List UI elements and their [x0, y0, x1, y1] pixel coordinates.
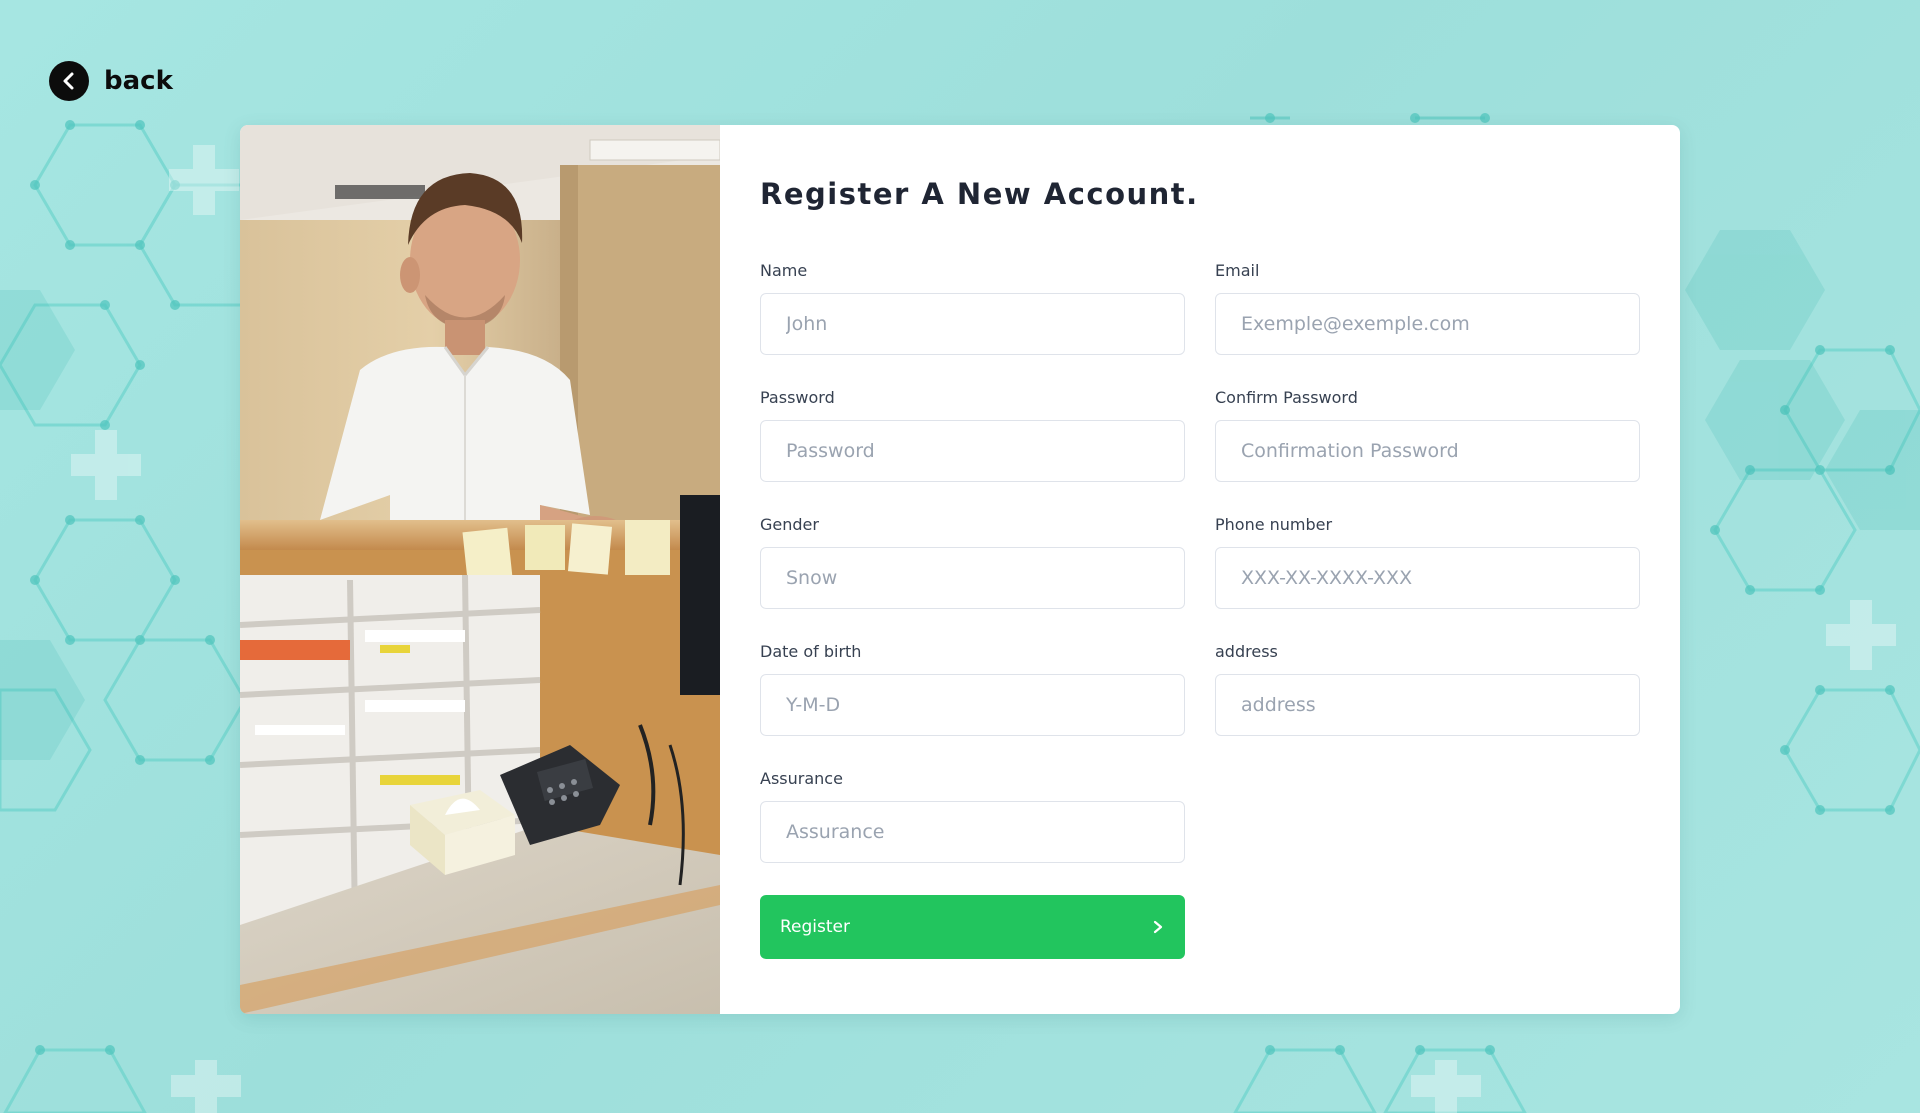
register-button-label: Register — [780, 917, 850, 937]
back-button[interactable]: back — [49, 61, 173, 101]
dob-field-group: Date of birth — [760, 642, 1185, 736]
gender-input[interactable] — [760, 547, 1185, 609]
gender-field-group: Gender — [760, 515, 1185, 609]
password-label: Password — [760, 388, 835, 407]
register-card: Register A New Account. Name Email Passw… — [240, 125, 1680, 1014]
assurance-field-group: Assurance — [760, 769, 1185, 863]
email-field-group: Email — [1215, 261, 1640, 355]
reception-illustration — [240, 125, 720, 1014]
email-input[interactable] — [1215, 293, 1640, 355]
address-label: address — [1215, 642, 1278, 661]
name-input[interactable] — [760, 293, 1185, 355]
password-field-group: Password — [760, 388, 1185, 482]
password-input[interactable] — [760, 420, 1185, 482]
back-circle[interactable] — [49, 61, 89, 101]
chevron-left-icon — [63, 72, 74, 90]
address-input[interactable] — [1215, 674, 1640, 736]
register-form: Register A New Account. Name Email Passw… — [720, 125, 1680, 1014]
confirm-password-label: Confirm Password — [1215, 388, 1358, 407]
register-button[interactable]: Register — [760, 895, 1185, 959]
dob-input[interactable] — [760, 674, 1185, 736]
address-field-group: address — [1215, 642, 1640, 736]
back-label[interactable]: back — [104, 66, 173, 96]
reception-photo — [240, 125, 720, 1014]
gender-label: Gender — [760, 515, 819, 534]
phone-field-group: Phone number — [1215, 515, 1640, 609]
email-label: Email — [1215, 261, 1260, 280]
phone-label: Phone number — [1215, 515, 1333, 534]
assurance-label: Assurance — [760, 769, 843, 788]
phone-input[interactable] — [1215, 547, 1640, 609]
assurance-input[interactable] — [760, 801, 1185, 863]
chevron-right-icon — [1153, 920, 1163, 934]
name-label: Name — [760, 261, 808, 280]
dob-label: Date of birth — [760, 642, 862, 661]
confirm-password-input[interactable] — [1215, 420, 1640, 482]
name-field-group: Name — [760, 261, 1185, 355]
confirm-password-field-group: Confirm Password — [1215, 388, 1640, 482]
page-title: Register A New Account. — [760, 177, 1199, 211]
